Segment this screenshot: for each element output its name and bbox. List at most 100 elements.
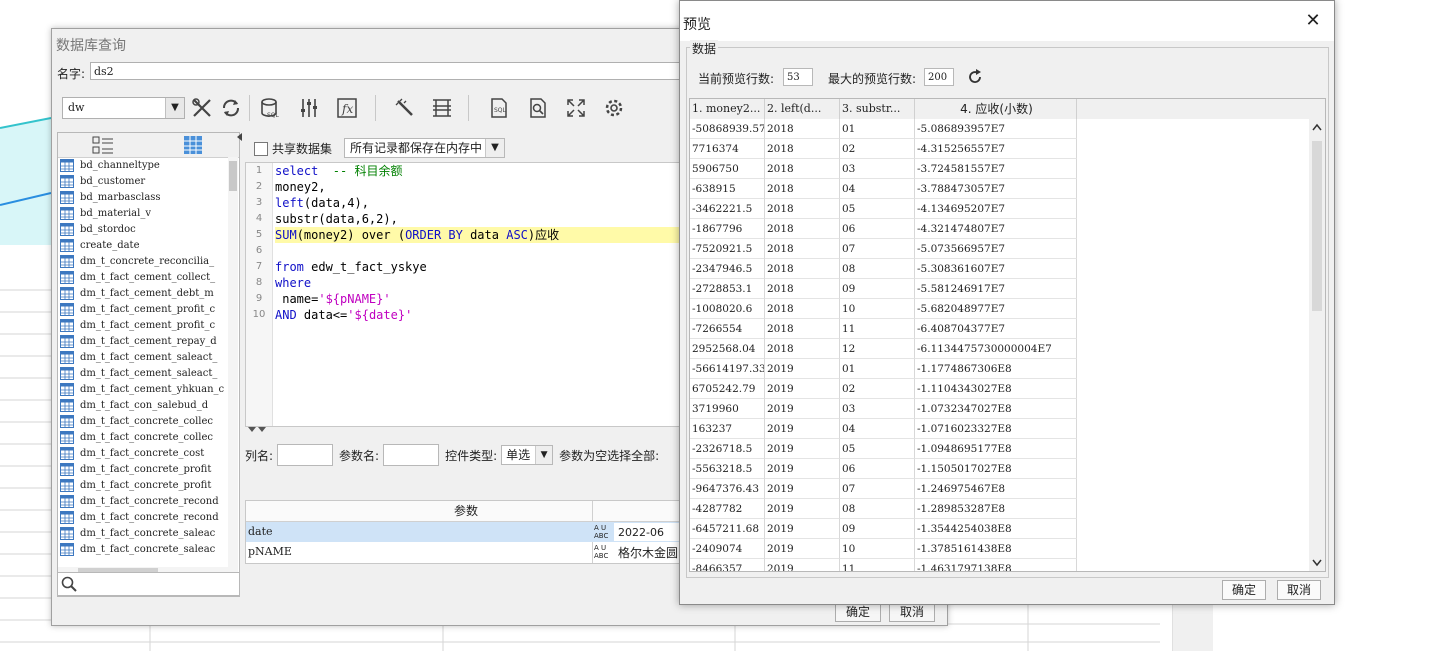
sql-database-icon[interactable]: SQL <box>257 95 283 121</box>
table-cell[interactable]: 2019 <box>765 379 840 399</box>
ok-button[interactable]: 确定 <box>1222 580 1266 600</box>
list-item[interactable]: dm_t_fact_concrete_saleac <box>58 541 228 557</box>
table-row[interactable]: -7520921.5 2018 07 -5.073566957E7 <box>690 239 1310 259</box>
table-cell[interactable]: -6457211.68 <box>690 519 765 539</box>
table-cell[interactable]: -7266554 <box>690 319 765 339</box>
control-type-select[interactable]: 单选 ▼ <box>501 445 554 465</box>
table-cell[interactable]: -5.073566957E7 <box>915 239 1077 259</box>
table-cell[interactable]: -4.134695207E7 <box>915 199 1077 219</box>
table-cell[interactable]: 06 <box>840 219 915 239</box>
table-row[interactable]: 2952568.04 2018 12 -6.1134475730000004E7 <box>690 339 1310 359</box>
table-cell[interactable]: -5.682048977E7 <box>915 299 1077 319</box>
table-cell[interactable]: -1.3544254038E8 <box>915 519 1077 539</box>
table-cell[interactable]: -1.0716023327E8 <box>915 419 1077 439</box>
table-cell[interactable]: -1.1774867306E8 <box>915 359 1077 379</box>
param-value-input[interactable]: 格尔木金圆 <box>614 543 686 561</box>
table-cell[interactable]: 06 <box>840 459 915 479</box>
table-cell[interactable]: -3.788473057E7 <box>915 179 1077 199</box>
table-cell[interactable]: 01 <box>840 119 915 139</box>
table-cell[interactable]: -50868939.57 <box>690 119 765 139</box>
table-cell[interactable]: 2952568.04 <box>690 339 765 359</box>
table-row[interactable]: -638915 2018 04 -3.788473057E7 <box>690 179 1310 199</box>
table-row[interactable]: -9647376.43 2019 07 -1.246975467E8 <box>690 479 1310 499</box>
list-item[interactable]: create_date <box>58 237 228 253</box>
table-cell[interactable]: 07 <box>840 239 915 259</box>
table-cell[interactable]: 10 <box>840 539 915 559</box>
table-row[interactable]: -2409074 2019 10 -1.3785161438E8 <box>690 539 1310 559</box>
table-cell[interactable]: 7716374 <box>690 139 765 159</box>
list-item[interactable]: dm_t_fact_con_salebud_d <box>58 397 228 413</box>
table-cell[interactable]: 09 <box>840 519 915 539</box>
table-cell[interactable]: -1.1104343027E8 <box>915 379 1077 399</box>
table-cell[interactable]: 2019 <box>765 539 840 559</box>
list-item[interactable]: dm_t_fact_cement_profit_c <box>58 317 228 333</box>
table-cell[interactable]: -1.0948695177E8 <box>915 439 1077 459</box>
list-item[interactable]: dm_t_fact_cement_debt_m <box>58 285 228 301</box>
table-cell[interactable]: 02 <box>840 139 915 159</box>
list-item[interactable]: bd_marbasclass <box>58 189 228 205</box>
sql-query-icon[interactable]: SQL <box>486 95 512 121</box>
sql-editor[interactable]: 1 2 3 4 5 6 7 8 9 10 select -- 科目余额 money2, left(… <box>245 162 687 427</box>
param-value-input[interactable]: 2022-06 <box>614 523 686 541</box>
table-cell[interactable]: -6.408704377E7 <box>915 319 1077 339</box>
table-cell[interactable]: 05 <box>840 439 915 459</box>
table-cell[interactable]: -3462221.5 <box>690 199 765 219</box>
table-cell[interactable]: 2018 <box>765 339 840 359</box>
table-cell[interactable]: -1.4631797138E8 <box>915 559 1077 571</box>
list-item[interactable]: dm_t_fact_cement_saleact_ <box>58 365 228 381</box>
table-row[interactable]: -5563218.5 2019 06 -1.1505017027E8 <box>690 459 1310 479</box>
close-icon[interactable]: ✕ <box>1302 10 1324 32</box>
table-cell[interactable]: -1.289853287E8 <box>915 499 1077 519</box>
preview-icon[interactable] <box>525 95 551 121</box>
column-header[interactable]: 1. money2... <box>690 99 765 119</box>
list-item[interactable]: bd_stordoc <box>58 221 228 237</box>
table-cell[interactable]: -1.1505017027E8 <box>915 459 1077 479</box>
max-rows-input[interactable]: 200 <box>924 68 954 86</box>
table-cell[interactable]: 2018 <box>765 179 840 199</box>
table-cell[interactable]: 5906750 <box>690 159 765 179</box>
column-header[interactable]: 3. substr... <box>840 99 915 119</box>
magic-wand-icon[interactable] <box>392 95 418 121</box>
vertical-scrollbar[interactable] <box>228 157 238 567</box>
checkbox[interactable] <box>254 141 268 156</box>
tools-icon[interactable] <box>189 95 215 121</box>
vertical-scrollbar[interactable] <box>1309 119 1325 571</box>
name-input[interactable]: ds2 <box>90 62 690 80</box>
table-cell[interactable]: -4.321474807E7 <box>915 219 1077 239</box>
list-item[interactable]: dm_t_fact_concrete_saleac <box>58 525 228 541</box>
table-row[interactable]: 6705242.79 2019 02 -1.1104343027E8 <box>690 379 1310 399</box>
table-row[interactable]: 163237 2019 04 -1.0716023327E8 <box>690 419 1310 439</box>
list-item[interactable]: dm_t_fact_concrete_collec <box>58 429 228 445</box>
table-row[interactable]: 7716374 2018 02 -4.315256557E7 <box>690 139 1310 159</box>
table-cell[interactable]: 2019 <box>765 439 840 459</box>
table-row[interactable]: -1867796 2018 06 -4.321474807E7 <box>690 219 1310 239</box>
list-item[interactable]: bd_material_v <box>58 205 228 221</box>
list-view-icon[interactable] <box>92 135 114 155</box>
table-row[interactable]: -8466357 2019 11 -1.4631797138E8 <box>690 559 1310 571</box>
table-row[interactable]: -6457211.68 2019 09 -1.3544254038E8 <box>690 519 1310 539</box>
table-cell[interactable]: 2018 <box>765 219 840 239</box>
table-cell[interactable]: 2018 <box>765 119 840 139</box>
table-cell[interactable]: 2018 <box>765 259 840 279</box>
cancel-button[interactable]: 取消 <box>889 602 935 622</box>
table-cell[interactable]: -2347946.5 <box>690 259 765 279</box>
table-cell[interactable]: -9647376.43 <box>690 479 765 499</box>
table-cell[interactable]: -6.1134475730000004E7 <box>915 339 1077 359</box>
table-cell[interactable]: 2018 <box>765 239 840 259</box>
table-cell[interactable]: -4287782 <box>690 499 765 519</box>
table-row[interactable]: date A U ABC 2022-06 <box>246 522 686 542</box>
table-cell[interactable]: 07 <box>840 479 915 499</box>
chevron-down-icon[interactable] <box>1312 559 1322 567</box>
list-item[interactable]: dm_t_fact_cement_saleact_ <box>58 349 228 365</box>
current-rows-input[interactable]: 53 <box>783 68 813 86</box>
table-cell[interactable]: 2018 <box>765 159 840 179</box>
table-cell[interactable]: 2018 <box>765 299 840 319</box>
table-cell[interactable]: -56614197.33 <box>690 359 765 379</box>
list-item[interactable]: bd_channeltype <box>58 157 228 173</box>
table-cell[interactable]: 09 <box>840 279 915 299</box>
table-cell[interactable]: 2019 <box>765 399 840 419</box>
table-row[interactable]: 3719960 2019 03 -1.0732347027E8 <box>690 399 1310 419</box>
table-cell[interactable]: 2019 <box>765 499 840 519</box>
table-cell[interactable]: -5.086893957E7 <box>915 119 1077 139</box>
table-cell[interactable]: 163237 <box>690 419 765 439</box>
